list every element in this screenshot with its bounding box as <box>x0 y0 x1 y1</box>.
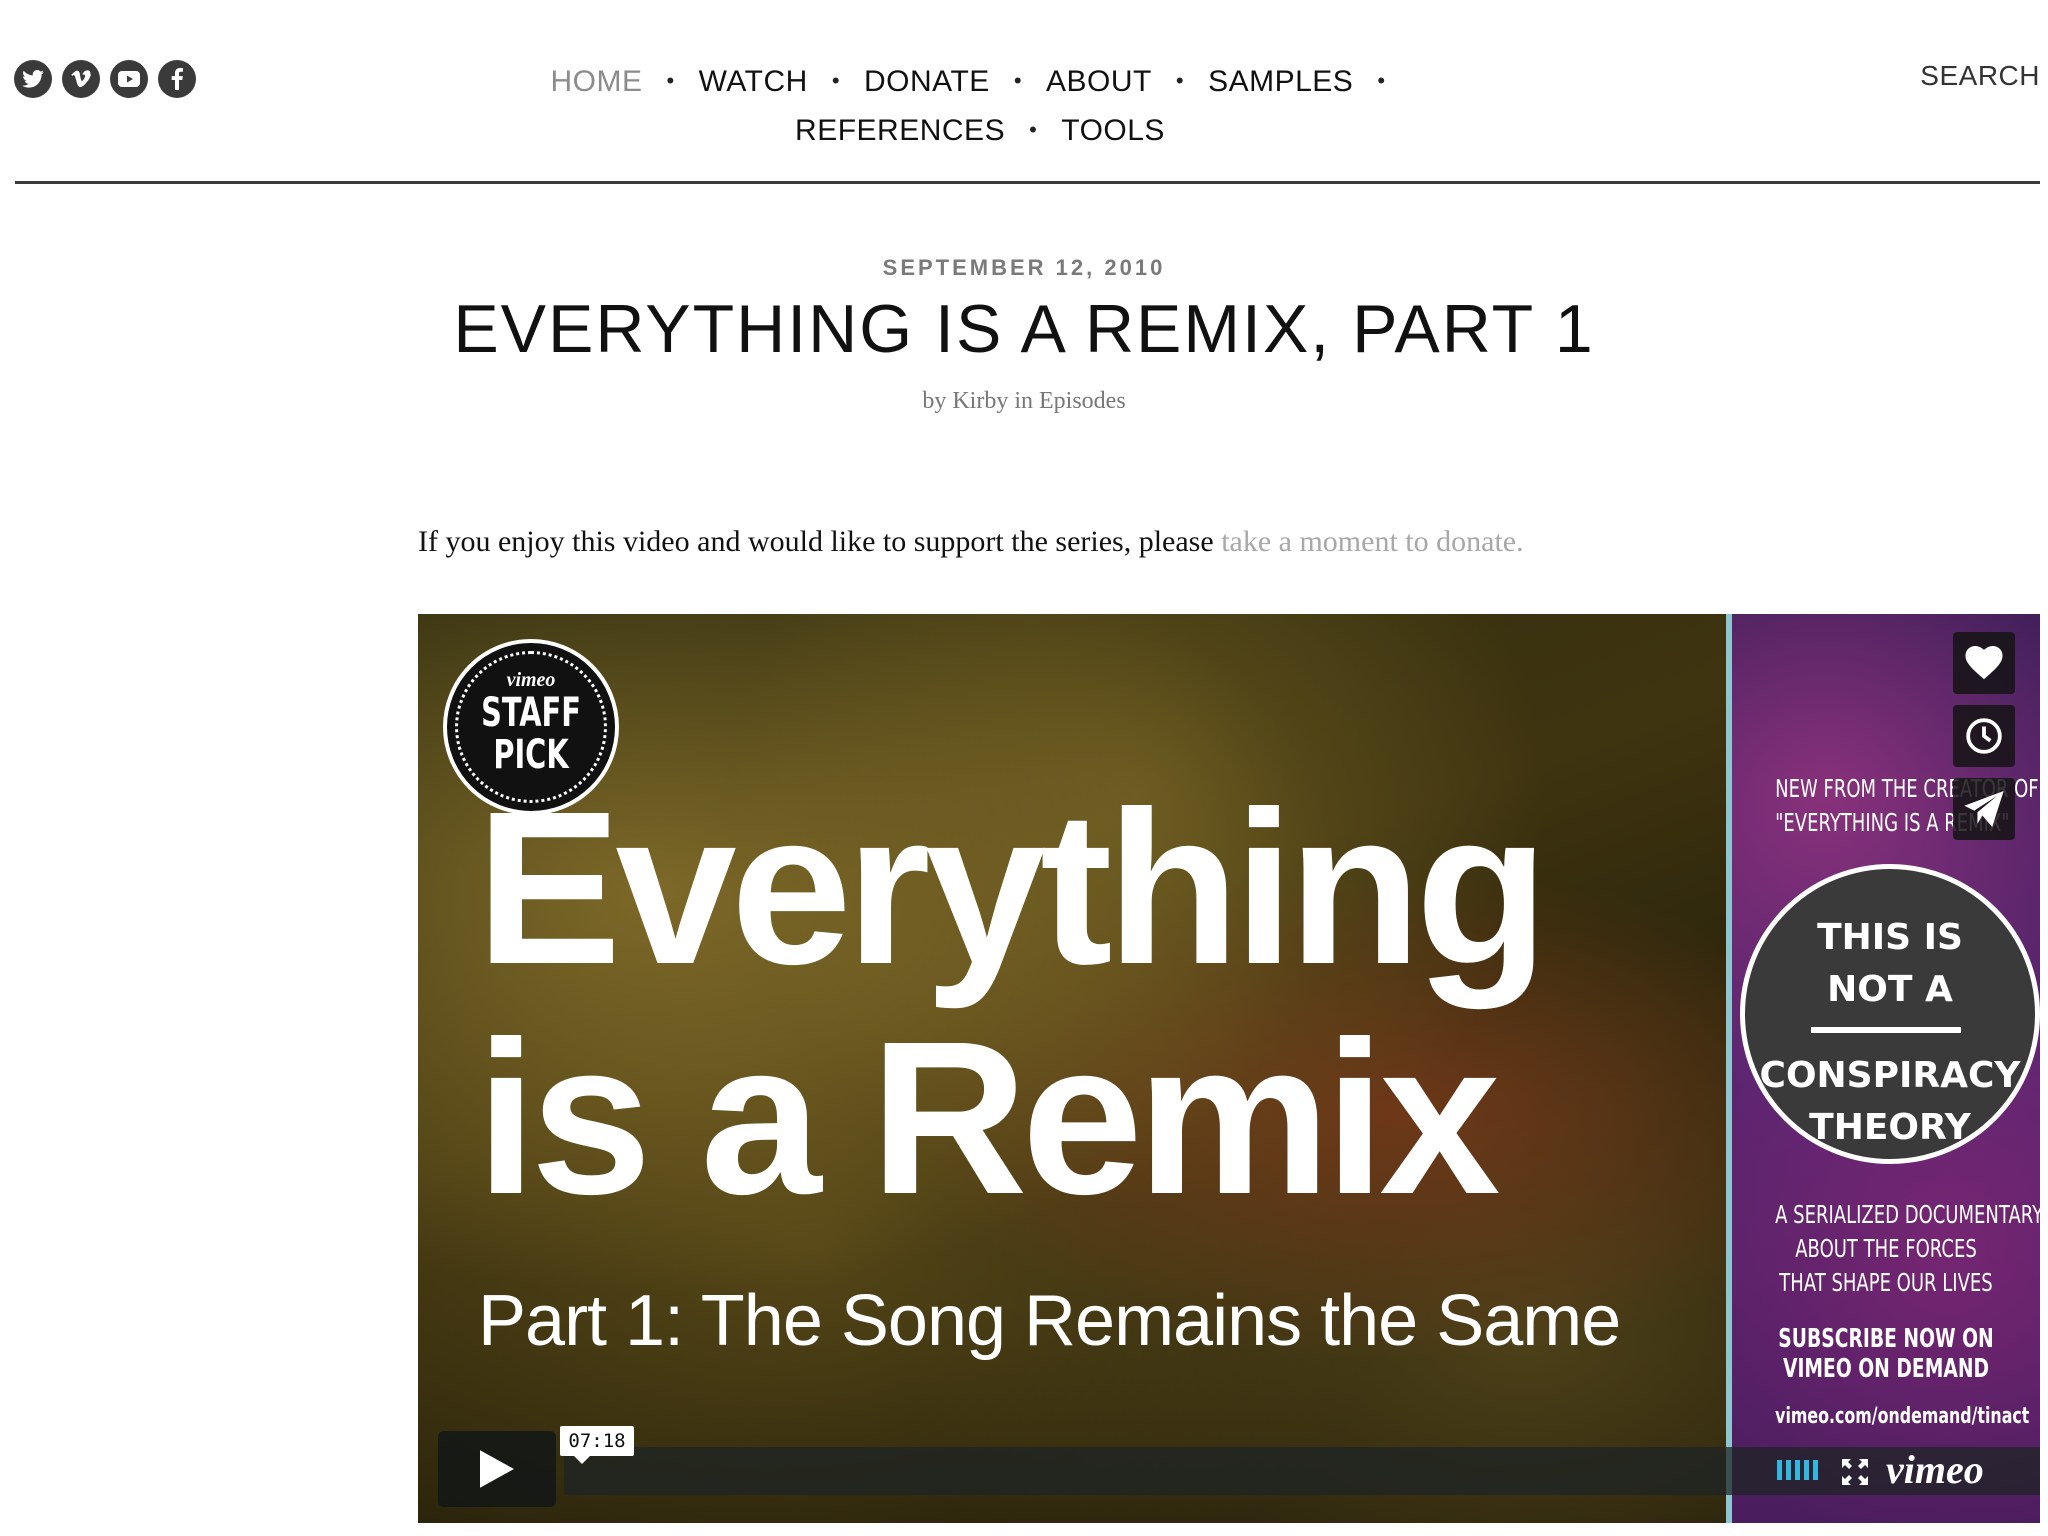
promo-desc-2: ABOUT THE FORCES <box>1795 1234 1977 1263</box>
paper-plane-icon <box>1964 791 2004 827</box>
video-subtitle: Part 1: The Song Remains the Same <box>478 1281 1621 1361</box>
promo-circle-line-1: THIS IS <box>1817 917 1963 958</box>
author-link[interactable]: Kirby <box>952 388 1008 414</box>
post-meta: by Kirby in Episodes <box>0 388 2048 415</box>
nav-item-donate[interactable]: DONATE <box>864 65 990 98</box>
promo-cta-2: VIMEO ON DEMAND <box>1782 1354 1990 1384</box>
donate-link[interactable]: take a moment to donate. <box>1221 525 1523 558</box>
nav-item-watch[interactable]: WATCH <box>699 65 808 98</box>
post-title[interactable]: EVERYTHING IS A REMIX, PART 1 <box>0 290 2048 368</box>
nav-item-samples[interactable]: SAMPLES <box>1208 65 1353 98</box>
nav-separator: • <box>1013 68 1023 93</box>
share-button[interactable] <box>1953 778 2015 840</box>
badge-vimeo-text: vimeo <box>506 669 556 691</box>
nav-separator: • <box>1377 68 1386 93</box>
like-button[interactable] <box>1953 632 2015 694</box>
video-frame[interactable]: vimeo STAFF PICK Everything is a Remix P… <box>418 614 1726 1523</box>
youtube-icon[interactable] <box>110 60 148 98</box>
progress-bar[interactable] <box>564 1447 2040 1495</box>
nav-separator: • <box>1175 68 1185 93</box>
play-icon <box>480 1450 514 1488</box>
hd-icon[interactable] <box>1777 1460 1818 1480</box>
nav-item-home[interactable]: HOME <box>550 65 642 98</box>
twitter-icon[interactable] <box>14 60 52 98</box>
social-links <box>14 60 196 98</box>
heart-icon <box>1965 646 2003 680</box>
video-title-line-1: Everything <box>476 767 1549 1010</box>
nav-item-references[interactable]: REFERENCES <box>795 114 1005 147</box>
promo-circle-bar <box>1811 1027 1961 1033</box>
promo-cta-1: SUBSCRIBE NOW ON <box>1778 1324 1994 1354</box>
search-link[interactable]: SEARCH <box>1920 60 2040 92</box>
promo-url: vimeo.com/ondemand/tinact <box>1775 1404 2030 1429</box>
promo-circle: THIS IS NOT A CONSPIRACY THEORY <box>1740 864 2040 1164</box>
clock-icon <box>1966 718 2002 754</box>
play-button[interactable] <box>438 1431 556 1507</box>
intro-paragraph: If you enjoy this video and would like t… <box>418 520 1558 563</box>
duration-tooltip: 07:18 <box>560 1426 634 1464</box>
nav-separator: • <box>666 68 675 93</box>
nav-separator: • <box>831 68 841 93</box>
category-link[interactable]: Episodes <box>1039 388 1126 414</box>
nav-separator: • <box>1029 117 1038 142</box>
promo-cta: SUBSCRIBE NOW ON VIMEO ON DEMAND <box>1775 1324 1997 1384</box>
nav-item-tools[interactable]: TOOLS <box>1061 114 1165 147</box>
promo-circle-line-3: CONSPIRACY <box>1759 1055 2021 1096</box>
meta-in: in <box>1008 388 1039 414</box>
vimeo-icon[interactable] <box>62 60 100 98</box>
main-nav: HOME • WATCH • DONATE • ABOUT • SAMPLES • REFEREN… <box>480 58 1480 156</box>
intro-text: If you enjoy this video and would like t… <box>418 525 1222 558</box>
vimeo-logo[interactable]: vimeo <box>1886 1446 1984 1493</box>
nav-item-about[interactable]: ABOUT <box>1046 65 1152 98</box>
post-date: SEPTEMBER 12, 2010 <box>882 255 1166 280</box>
facebook-icon[interactable] <box>158 60 196 98</box>
video-title-line-2: is a Remix <box>476 997 1501 1240</box>
meta-by: by <box>922 388 953 414</box>
badge-line-1: STAFF <box>481 690 581 736</box>
fullscreen-icon[interactable] <box>1842 1459 1868 1490</box>
promo-description: A SERIALIZED DOCUMENTARY ABOUT THE FORCE… <box>1775 1198 2040 1300</box>
watch-later-button[interactable] <box>1953 705 2015 767</box>
video-player[interactable]: vimeo STAFF PICK Everything is a Remix P… <box>418 614 2040 1523</box>
promo-circle-line-4: THEORY <box>1809 1107 1971 1148</box>
promo-desc-3: THAT SHAPE OUR LIVES <box>1779 1268 1993 1297</box>
header-divider <box>15 181 2040 184</box>
promo-circle-line-2: NOT A <box>1827 969 1953 1010</box>
promo-desc-1: A SERIALIZED DOCUMENTARY <box>1775 1200 2040 1229</box>
